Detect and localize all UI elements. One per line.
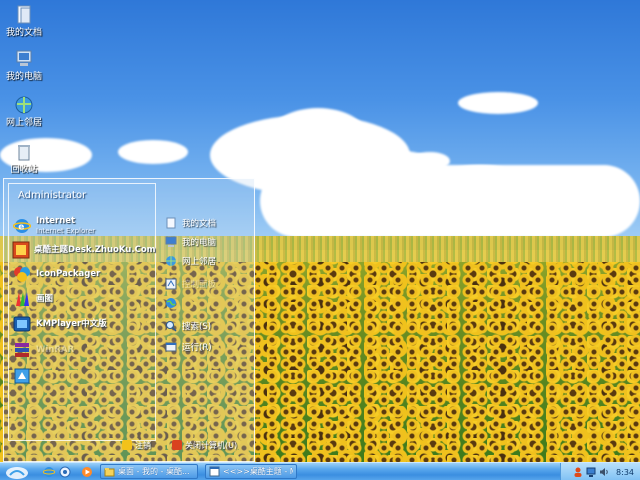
documents-icon [164, 216, 178, 230]
globe-icon [164, 296, 178, 310]
folder-icon [104, 466, 115, 477]
cloud [118, 140, 188, 164]
desktop-icon-network[interactable]: 网上邻居 [0, 94, 48, 128]
desktop-icon-recycle-bin[interactable]: 回收站 [0, 141, 48, 175]
quicklaunch-ie[interactable] [42, 465, 56, 479]
desktop-icon-my-computer[interactable]: 我的电脑 [0, 48, 48, 82]
desktop-icon-label: 我的电脑 [5, 72, 42, 82]
program-internet[interactable]: e Internet Internet Explorer [12, 215, 152, 237]
winrar-icon [12, 340, 32, 360]
place-label: 我的文档 [182, 219, 217, 229]
place-my-computer[interactable]: 我的电脑 [164, 234, 216, 250]
taskbar-clock[interactable]: 8:34 [616, 468, 634, 477]
recycle-bin-icon [13, 141, 35, 163]
cloud [520, 168, 600, 202]
paint-icon [12, 289, 32, 309]
program-title: WinRAR [36, 345, 75, 355]
shutdown-button[interactable]: 关闭计算机(U) [172, 438, 237, 452]
desktop-icon-my-documents[interactable]: 我的文档 [0, 4, 48, 38]
taskbar-task-folder[interactable]: 桌面 - 我的 - 桌酷... [100, 464, 198, 479]
program-title: IconPackager [36, 269, 101, 279]
svg-text:e: e [18, 223, 24, 233]
quicklaunch-show-desktop[interactable] [58, 465, 72, 479]
media-icon [82, 467, 92, 477]
start-menu: Administrator e Internet Internet Explor… [3, 178, 255, 462]
place-search[interactable]: 搜索(S) [164, 318, 211, 334]
shutdown-label: 关闭计算机(U) [185, 440, 238, 450]
start-button[interactable] [2, 464, 32, 480]
control-panel-icon [164, 277, 178, 291]
logoff-label: 注销 [135, 440, 151, 450]
documents-icon [13, 4, 35, 26]
desktop-icon-label: 我的文档 [5, 28, 42, 38]
task-label: <<>>桌酷主题 - M... [223, 467, 293, 476]
task-label: 桌面 - 我的 - 桌酷... [118, 467, 190, 476]
cloud [430, 165, 530, 207]
tray-user-icon[interactable] [573, 467, 583, 477]
program-zhuoku[interactable]: 桌酷主题Desk.ZhuoKu.Com [12, 239, 156, 261]
system-tray: 8:34 [560, 463, 640, 480]
taskbar: 桌面 - 我的 - 桌酷... <<>>桌酷主题 - M... 8:34 [0, 462, 640, 480]
app-icon [12, 366, 32, 386]
start-orb-icon [6, 467, 28, 479]
quicklaunch-media[interactable] [80, 465, 94, 479]
program-subtitle: Internet Explorer [36, 227, 96, 235]
computer-icon [13, 48, 35, 70]
program-paint[interactable]: 画图 [12, 288, 152, 310]
ie-icon: e [12, 216, 32, 236]
program-title: KMPlayer中文版 [36, 319, 107, 329]
place-label: 搜索(S) [182, 322, 212, 332]
place-control-panel[interactable]: 控制面板 [164, 276, 216, 292]
desktop-icon-label: 网上邻居 [5, 118, 42, 128]
place-globe[interactable] [164, 295, 182, 311]
run-icon [164, 340, 178, 354]
cloud [458, 92, 538, 114]
logoff-icon [122, 440, 132, 450]
place-run[interactable]: 运行(R) [164, 339, 212, 355]
place-label: 控制面板 [182, 280, 217, 290]
ie-icon [43, 467, 55, 477]
logoff-button[interactable]: 注销 [122, 438, 151, 452]
search-icon [164, 319, 178, 333]
program-title: 桌酷主题Desk.ZhuoKu.Com [34, 245, 156, 255]
program-iconpackager[interactable]: IconPackager [12, 263, 152, 285]
start-menu-user-name: Administrator [18, 190, 87, 201]
place-network[interactable]: 网上邻居 [164, 253, 216, 269]
power-icon [172, 440, 182, 450]
program-title: Internet [36, 216, 76, 226]
place-label: 网上邻居 [182, 257, 217, 267]
program-app[interactable] [12, 365, 152, 387]
tray-network-icon[interactable] [586, 467, 596, 477]
iconpackager-icon [12, 264, 32, 284]
network-icon [164, 254, 178, 268]
program-title: 画图 [36, 294, 54, 304]
place-my-documents[interactable]: 我的文档 [164, 215, 216, 231]
desktop-icon-label: 回收站 [10, 165, 38, 175]
computer-icon [164, 235, 178, 249]
network-icon [13, 94, 35, 116]
tray-volume-icon[interactable] [599, 467, 609, 477]
kmplayer-icon [12, 314, 32, 334]
program-winrar[interactable]: WinRAR [12, 339, 152, 361]
zhuoku-icon [12, 240, 30, 260]
browser-icon [209, 466, 220, 477]
program-kmplayer[interactable]: KMPlayer中文版 [12, 313, 152, 335]
place-label: 我的电脑 [182, 238, 217, 248]
taskbar-task-browser[interactable]: <<>>桌酷主题 - M... [205, 464, 297, 479]
start-menu-bottom-bar: 注销 关闭计算机(U) [4, 438, 254, 461]
place-label: 运行(R) [182, 343, 212, 353]
show-desktop-icon [59, 466, 71, 478]
